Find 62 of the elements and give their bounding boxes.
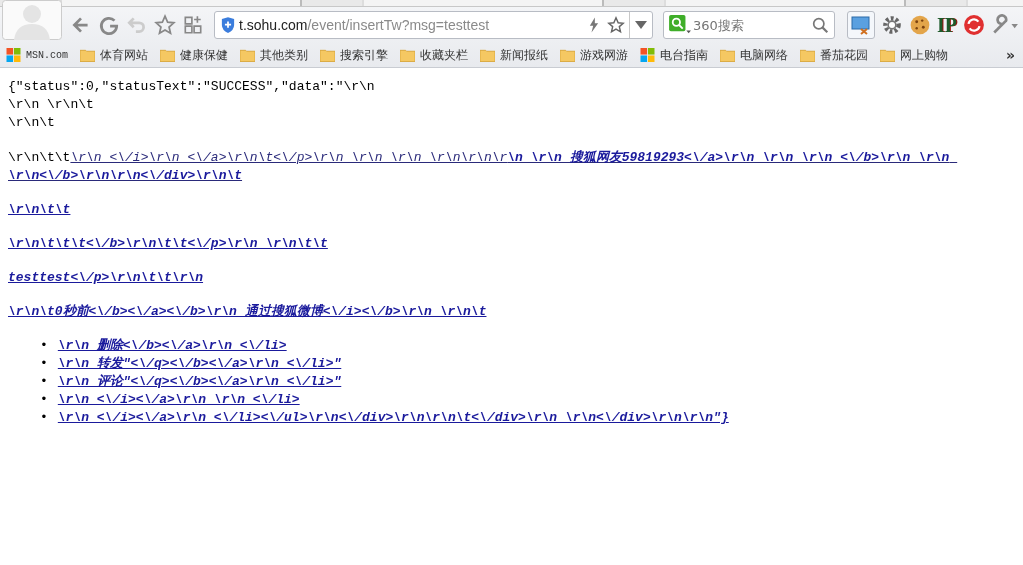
bookmark-item[interactable]: 其他类别 [240, 46, 308, 64]
bookmark-item[interactable]: MSN.com [6, 48, 68, 62]
search-bar[interactable]: 360搜索 [663, 11, 836, 39]
text-link[interactable]: \r\n\t\t [8, 202, 71, 217]
folder-icon [720, 48, 735, 62]
search-icon[interactable] [812, 16, 830, 34]
folder-icon [80, 48, 95, 62]
text-link[interactable]: testtest<\/p>\r\n\t\t\r\n [8, 270, 204, 285]
folder-icon [800, 48, 815, 62]
monitor-icon [851, 15, 872, 35]
folder-icon [160, 48, 175, 62]
text-link[interactable]: \r\n\t\t\t<\/b>\r\n\t\t<\/p>\r\n \r\n\t\t [8, 236, 328, 251]
list-link[interactable]: \r\n <\/i><\/a>\r\n <\/li><\/ul>\r\n<\/div>\r\n\r\n\t<\/div>\r\n \r\n<\/div>\r\n\r\n"} [57, 409, 729, 427]
bullet-mark: • [40, 355, 48, 373]
folder-icon [880, 48, 895, 62]
star-icon[interactable] [607, 16, 626, 34]
windows-logo-icon [6, 48, 21, 62]
response-text: \r\n \r\n\t [8, 96, 95, 114]
bookmark-item[interactable]: 电台指南 [640, 46, 708, 64]
bullet-mark: • [40, 373, 48, 391]
search-engine-icon[interactable] [669, 15, 692, 35]
folder-icon [400, 48, 415, 62]
bookmark-item[interactable]: 网上购物 [880, 46, 948, 64]
lightning-icon[interactable] [589, 17, 600, 33]
list-link[interactable]: \r\n 转发"<\/q><\/b><\/a>\r\n <\/li>" [57, 355, 342, 373]
grid-icon[interactable] [182, 14, 204, 36]
cookie-icon[interactable] [909, 14, 931, 36]
ip-button[interactable]: IP [937, 13, 957, 37]
url-text: t.sohu.com/event/insertTw?msg=testtest [239, 17, 491, 33]
gear-icon[interactable] [881, 14, 903, 36]
bookmark-item[interactable]: 新闻报纸 [480, 46, 548, 64]
search-input[interactable]: 360搜索 [691, 17, 813, 33]
folder-icon [560, 48, 575, 62]
screenshot-button[interactable] [847, 11, 875, 39]
bookmark-item[interactable]: 番茄花园 [800, 46, 868, 64]
shield-icon [221, 17, 235, 33]
sync-icon[interactable] [963, 14, 985, 36]
text-link[interactable]: \r\n\t0秒前<\/b><\/a><\/b>\r\n 通过搜狐微博<\/i><\/b>\r\n \r\n\t [8, 304, 487, 319]
response-text: {"status":0,"statusText":"SUCCESS","data":"\r\n [8, 78, 376, 96]
bullet-mark: • [40, 337, 48, 355]
bookmark-item[interactable]: 体育网站 [80, 46, 148, 64]
response-text: \r\n\t [8, 114, 56, 132]
folder-icon [480, 48, 495, 62]
list-link[interactable]: \r\n 删除<\/b><\/a>\r\n <\/li> [57, 337, 287, 355]
bookmark-item[interactable]: 搜索引擎 [320, 46, 388, 64]
response-text: \r\n\t\t\r\n <\/i>\r\n <\/a>\r\n\t<\/p>\r\n \r\n \r\n \r\n\r\n\r\n \r\n 搜狐网友59819293<\/a>\r\n \r\n \r\n <\/b>\r\n \r\n \r\n<\/b>\r\n\r\n<\/div>\r\n\t [8, 149, 951, 185]
star-icon[interactable] [154, 14, 176, 36]
folder-icon [240, 48, 255, 62]
address-bar[interactable]: t.sohu.com/event/insertTw?msg=testtest [214, 11, 654, 39]
bullet-mark: • [40, 391, 48, 409]
bookmark-item[interactable]: 收藏夹栏 [400, 46, 468, 64]
more-bookmarks-button[interactable]: » [1005, 47, 1015, 63]
reload-icon[interactable] [98, 14, 120, 36]
caret-icon [635, 21, 648, 29]
windows-logo-icon [640, 48, 655, 62]
bookmark-item[interactable]: 健康保健 [160, 46, 228, 64]
folder-icon [320, 48, 335, 62]
bullet-mark: • [40, 409, 48, 427]
bookmark-item[interactable]: 电脑网络 [720, 46, 788, 64]
list-link[interactable]: \r\n 评论"<\/q><\/b><\/a>\r\n <\/li>" [57, 373, 342, 391]
bookmark-item[interactable]: 游戏网游 [560, 46, 628, 64]
list-link[interactable]: \r\n <\/i><\/a>\r\n \r\n <\/li> [57, 391, 300, 409]
